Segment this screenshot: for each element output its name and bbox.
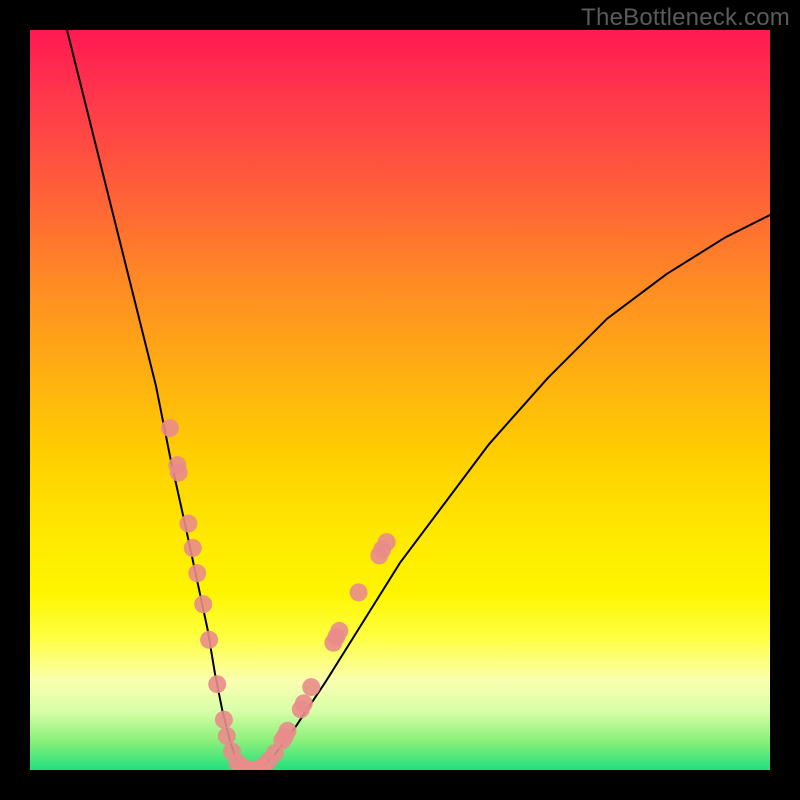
data-marker xyxy=(233,758,251,770)
data-marker xyxy=(218,727,236,745)
data-marker xyxy=(324,634,342,652)
plot-area xyxy=(30,30,770,770)
curve-layer xyxy=(30,30,770,770)
data-marker xyxy=(373,541,391,559)
data-marker xyxy=(194,595,212,613)
data-marker xyxy=(273,731,291,749)
data-marker xyxy=(279,722,297,740)
data-marker xyxy=(228,754,246,770)
data-marker xyxy=(184,539,202,557)
data-marker xyxy=(259,752,277,770)
data-marker xyxy=(208,675,226,693)
bottleneck-curve xyxy=(67,30,770,770)
data-marker xyxy=(378,533,396,551)
data-marker xyxy=(350,583,368,601)
data-marker xyxy=(200,631,218,649)
data-marker xyxy=(292,700,310,718)
data-marker xyxy=(276,728,294,746)
data-marker xyxy=(248,760,266,770)
data-marker xyxy=(215,711,233,729)
data-marker xyxy=(223,743,241,761)
data-marker xyxy=(370,546,388,564)
data-marker xyxy=(168,456,186,474)
watermark-text: TheBottleneck.com xyxy=(581,4,790,32)
data-marker xyxy=(243,761,261,770)
data-marker xyxy=(266,744,284,762)
data-marker xyxy=(253,758,271,770)
data-marker xyxy=(170,464,188,482)
data-marker xyxy=(327,628,345,646)
data-marker xyxy=(188,564,206,582)
data-marker xyxy=(179,515,197,533)
data-marker xyxy=(238,760,256,770)
chart-frame: TheBottleneck.com xyxy=(0,0,800,800)
data-marker xyxy=(295,694,313,712)
data-marker xyxy=(302,678,320,696)
data-marker xyxy=(330,622,348,640)
data-marker xyxy=(161,419,179,437)
